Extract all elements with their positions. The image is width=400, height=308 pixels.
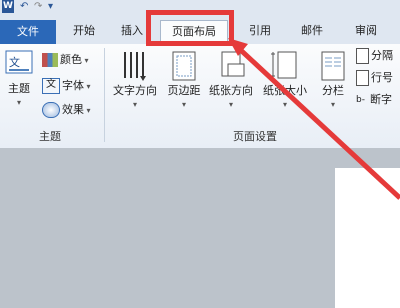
annotation-arrow <box>228 38 400 200</box>
